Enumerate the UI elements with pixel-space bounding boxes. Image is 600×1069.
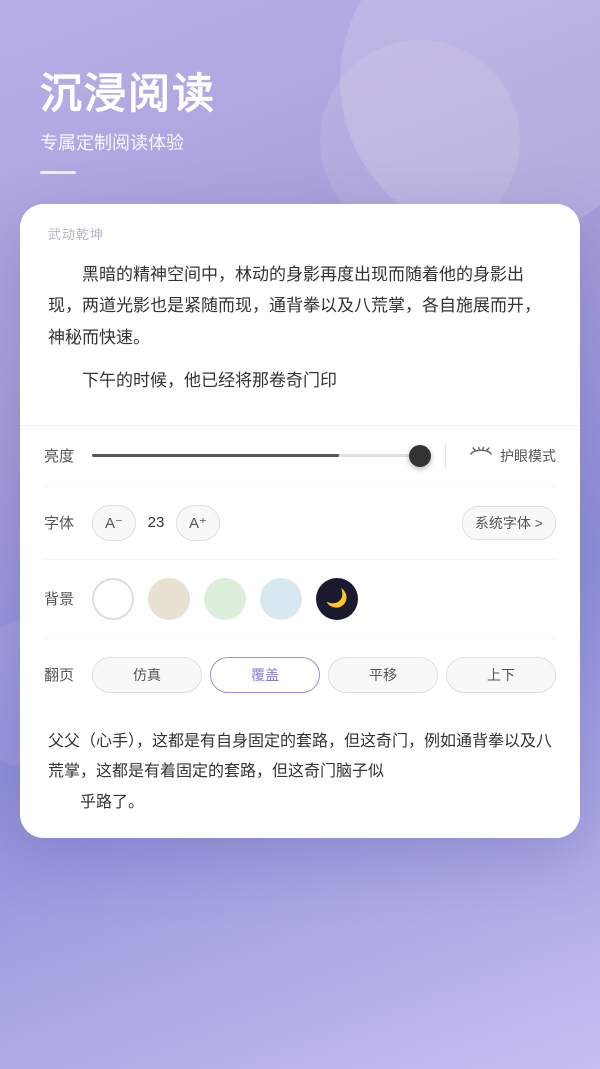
pageturn-row: 翻页 仿真 覆盖 平移 上下	[44, 639, 556, 711]
reader-content: 黑暗的精神空间中，林动的身影再度出现而随着他的身影出现，两道光影也是紧随而现，通…	[48, 259, 552, 397]
font-increase-button[interactable]: A⁺	[176, 505, 220, 541]
font-label: 字体	[44, 512, 80, 533]
page-title: 沉浸阅读	[40, 60, 560, 121]
moon-icon: 🌙	[326, 588, 348, 609]
reader-area: 武动乾坤 黑暗的精神空间中，林动的身影再度出现而随着他的身影出现，两道光影也是紧…	[20, 204, 580, 425]
bg-option-beige[interactable]	[148, 578, 190, 620]
bottom-paragraph-2: 乎路了。	[48, 788, 552, 818]
slider-track[interactable]	[92, 454, 421, 457]
eye-icon	[470, 445, 492, 466]
book-title: 武动乾坤	[48, 224, 552, 243]
slider-thumb[interactable]	[409, 445, 431, 467]
bg-option-green[interactable]	[204, 578, 246, 620]
pageturn-options: 仿真 覆盖 平移 上下	[92, 657, 556, 693]
bg-option-blue[interactable]	[260, 578, 302, 620]
pageturn-cover[interactable]: 覆盖	[210, 657, 320, 693]
bottom-text-area: 父父（心手），这都是有自身固定的套路，但这奇门，例如通背拳以及八荒掌，这都是有着…	[20, 711, 580, 838]
font-size-value: 23	[144, 514, 168, 531]
bottom-paragraph-1: 父父（心手），这都是有自身固定的套路，但这奇门，例如通背拳以及八荒掌，这都是有着…	[48, 727, 552, 788]
reader-paragraph-1: 黑暗的精神空间中，林动的身影再度出现而随着他的身影出现，两道光影也是紧随而现，通…	[48, 259, 552, 353]
reader-paragraph-2: 下午的时候，他已经将那卷奇门印	[48, 365, 552, 396]
brightness-row: 亮度 护眼模式	[44, 426, 556, 487]
header: 沉浸阅读 专属定制阅读体验	[0, 0, 600, 204]
background-options: 🌙	[92, 578, 556, 620]
pageturn-simulated[interactable]: 仿真	[92, 657, 202, 693]
background-label: 背景	[44, 588, 80, 609]
eye-mode-toggle[interactable]: 护眼模式	[470, 445, 556, 466]
pageturn-updown[interactable]: 上下	[446, 657, 556, 693]
bg-option-night[interactable]: 🌙	[316, 578, 358, 620]
bottom-content: 父父（心手），这都是有自身固定的套路，但这奇门，例如通背拳以及八荒掌，这都是有着…	[48, 727, 552, 818]
pageturn-slide[interactable]: 平移	[328, 657, 438, 693]
settings-panel: 亮度 护眼模式	[20, 425, 580, 711]
slider-fill	[92, 454, 339, 457]
font-decrease-button[interactable]: A⁻	[92, 505, 136, 541]
bg-option-white[interactable]	[92, 578, 134, 620]
font-family-button[interactable]: 系统字体 >	[462, 506, 556, 540]
font-controls: A⁻ 23 A⁺ 系统字体 >	[92, 505, 556, 541]
brightness-slider-container[interactable]	[92, 454, 421, 457]
font-row: 字体 A⁻ 23 A⁺ 系统字体 >	[44, 487, 556, 560]
brightness-label: 亮度	[44, 445, 80, 466]
page-subtitle: 专属定制阅读体验	[40, 129, 560, 155]
header-divider	[40, 171, 76, 174]
brightness-divider	[445, 444, 446, 468]
background-row: 背景 🌙	[44, 560, 556, 639]
eye-mode-label: 护眼模式	[500, 446, 556, 466]
main-card: 武动乾坤 黑暗的精神空间中，林动的身影再度出现而随着他的身影出现，两道光影也是紧…	[20, 204, 580, 838]
pageturn-label: 翻页	[44, 664, 80, 685]
